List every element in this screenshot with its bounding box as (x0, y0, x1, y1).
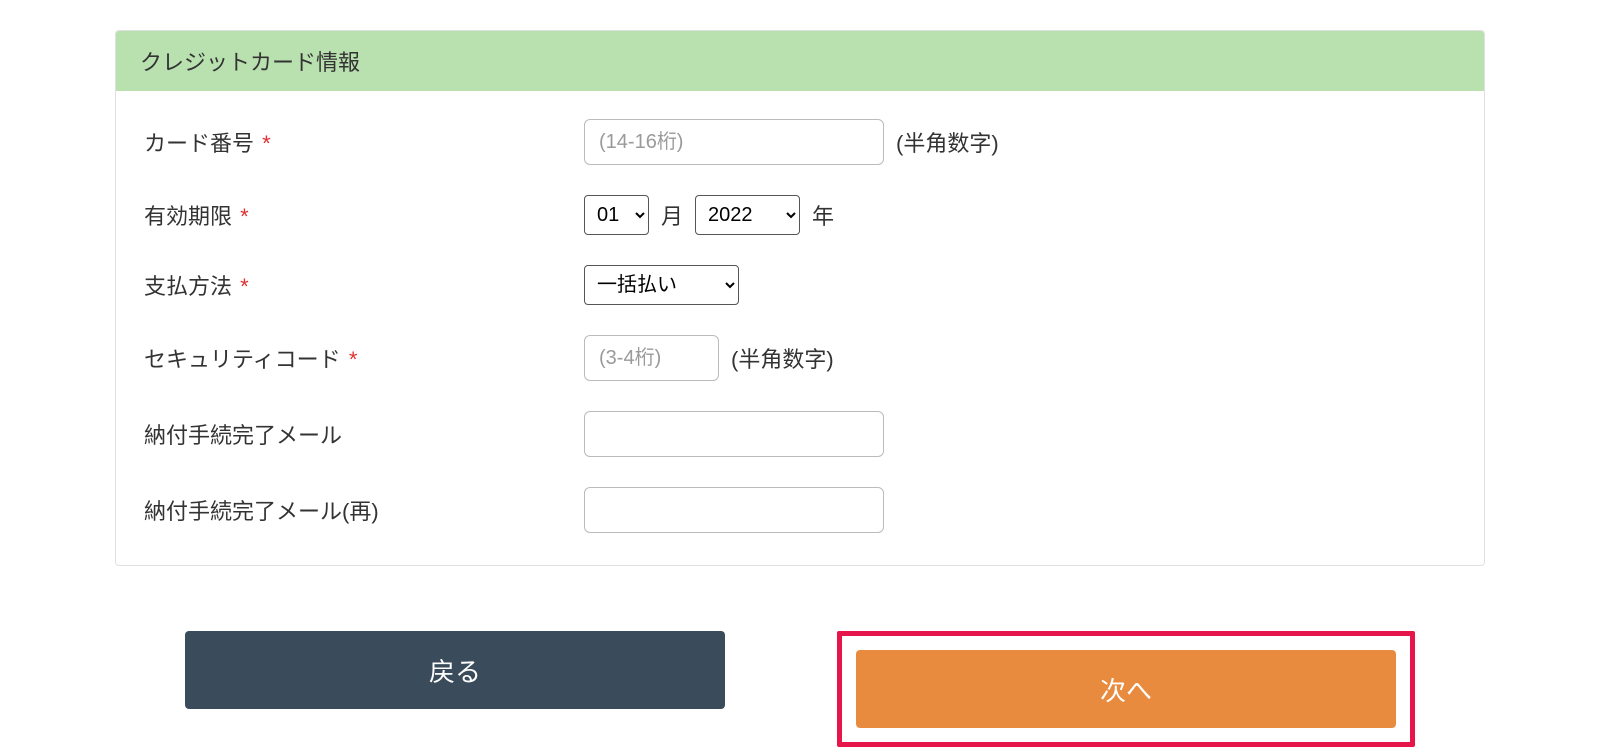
expiry-label-text: 有効期限 (144, 204, 232, 229)
month-unit: 月 (661, 199, 683, 231)
security-code-row: セキュリティコード * (半角数字) (144, 335, 1456, 381)
year-unit: 年 (812, 199, 834, 231)
panel-title: クレジットカード情報 (116, 31, 1484, 91)
card-number-row: カード番号 * (半角数字) (144, 119, 1456, 165)
required-mark: * (349, 347, 358, 372)
email-input[interactable] (584, 411, 884, 457)
security-code-label: セキュリティコード * (144, 342, 584, 374)
email-confirm-label: 納付手続完了メール(再) (144, 494, 584, 526)
required-mark: * (240, 274, 249, 299)
expiry-year-select[interactable]: 2022 (695, 195, 800, 235)
expiry-row: 有効期限 * 01 月 2022 年 (144, 195, 1456, 235)
email-label: 納付手続完了メール (144, 418, 584, 450)
security-code-label-text: セキュリティコード (144, 347, 341, 372)
card-number-label: カード番号 * (144, 126, 584, 158)
required-mark: * (262, 131, 271, 156)
email-row: 納付手続完了メール (144, 411, 1456, 457)
email-confirm-row: 納付手続完了メール(再) (144, 487, 1456, 533)
required-mark: * (240, 204, 249, 229)
expiry-month-select[interactable]: 01 (584, 195, 649, 235)
security-code-input[interactable] (584, 335, 719, 381)
card-number-label-text: カード番号 (144, 131, 254, 156)
security-code-hint: (半角数字) (731, 342, 834, 374)
payment-method-label-text: 支払方法 (144, 274, 232, 299)
card-number-input[interactable] (584, 119, 884, 165)
credit-card-panel: クレジットカード情報 カード番号 * (半角数字) 有効期限 * (115, 30, 1485, 566)
next-button[interactable]: 次へ (856, 650, 1396, 728)
expiry-label: 有効期限 * (144, 199, 584, 231)
payment-method-label: 支払方法 * (144, 269, 584, 301)
back-button[interactable]: 戻る (185, 631, 725, 709)
panel-body: カード番号 * (半角数字) 有効期限 * 01 月 (116, 91, 1484, 565)
email-confirm-input[interactable] (584, 487, 884, 533)
payment-method-row: 支払方法 * 一括払い (144, 265, 1456, 305)
card-number-hint: (半角数字) (896, 126, 999, 158)
payment-method-select[interactable]: 一括払い (584, 265, 739, 305)
